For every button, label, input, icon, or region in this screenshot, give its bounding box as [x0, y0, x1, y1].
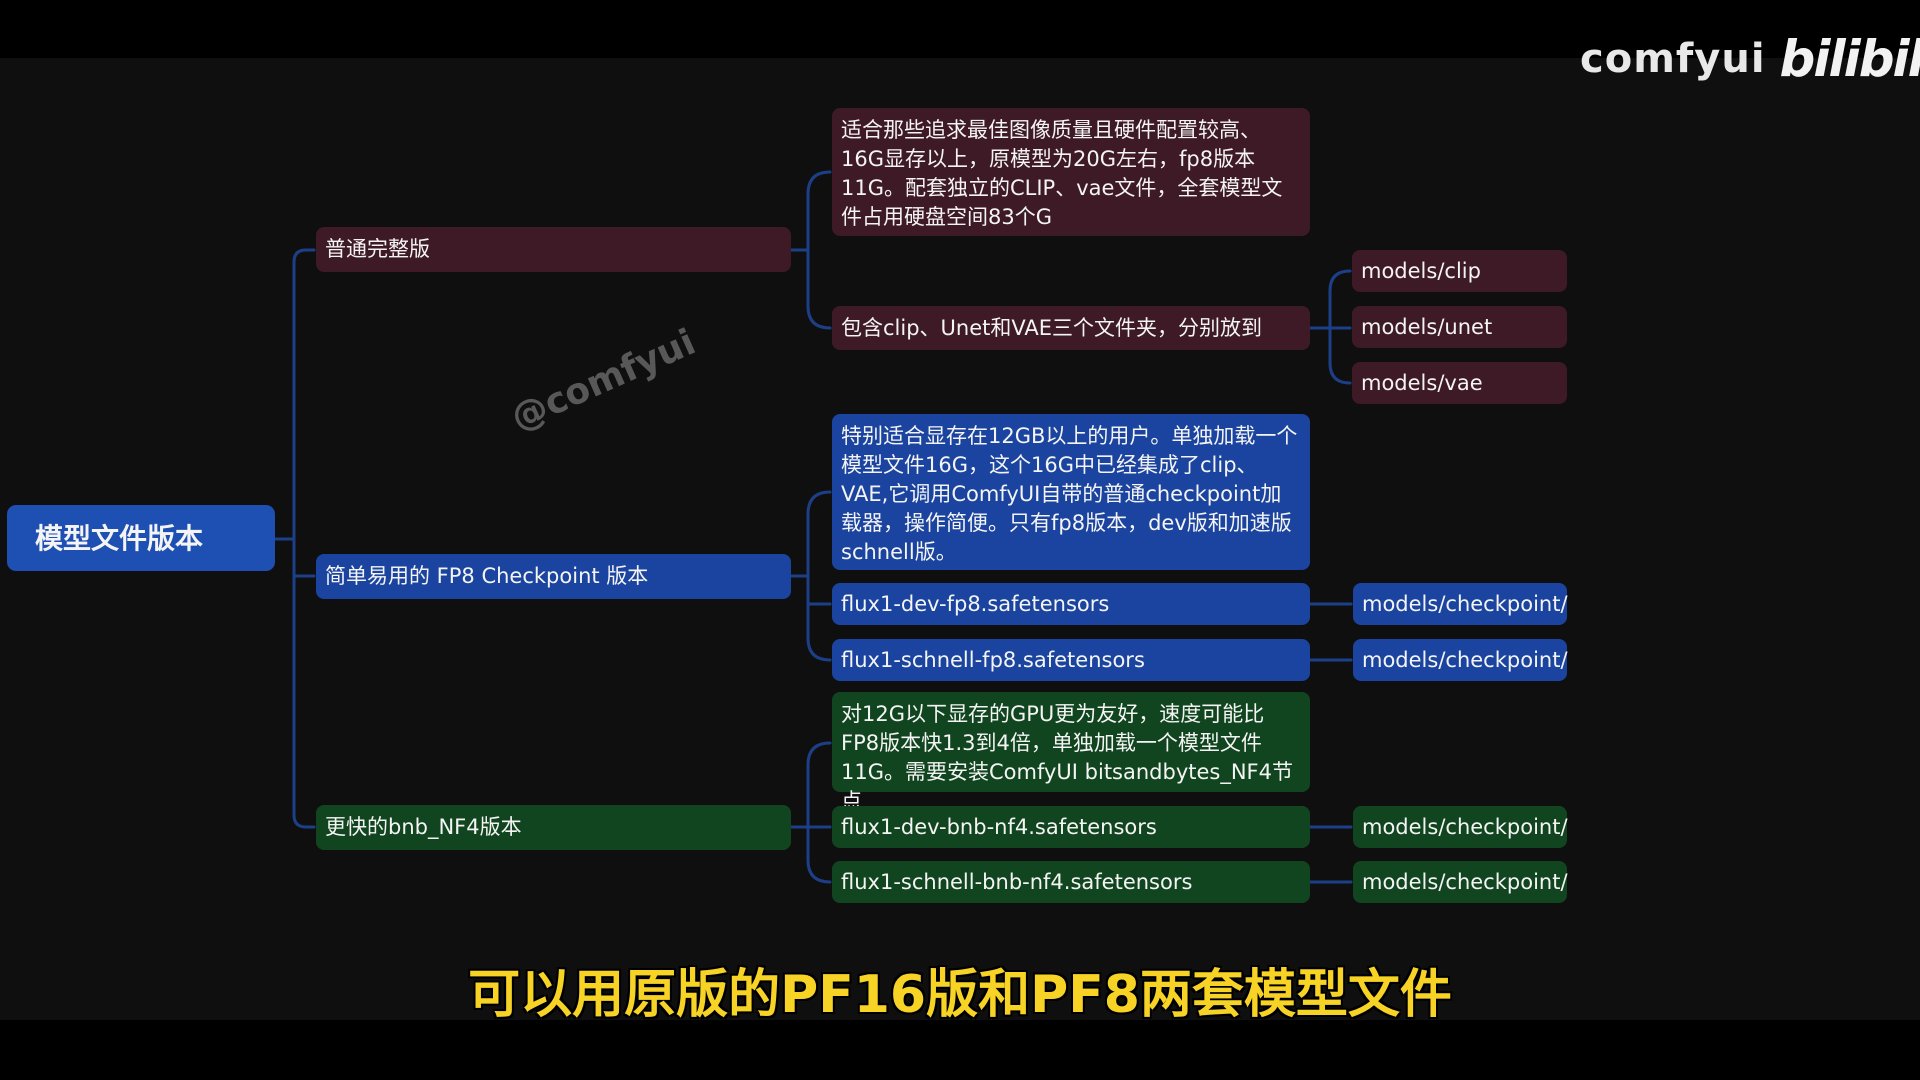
branch-standard-description[interactable]: 适合那些追求最佳图像质量且硬件配置较高、16G显存以上，原模型为20G左右，fp…	[832, 108, 1310, 236]
folder-path: models/clip	[1361, 258, 1481, 283]
folder-path: models/checkpoint/	[1362, 869, 1568, 894]
root-node-label: 模型文件版本	[35, 521, 204, 555]
folder-node-checkpoint-schnell-fp8[interactable]: models/checkpoint/	[1353, 639, 1568, 681]
file-node-flux1-dev-bnb-nf4[interactable]: flux1-dev-bnb-nf4.safetensors	[832, 806, 1310, 848]
folder-path: models/vae	[1361, 370, 1483, 395]
folder-node-vae[interactable]: models/vae	[1352, 362, 1567, 404]
branch-bnb-nf4[interactable]: 更快的bnb_NF4版本	[316, 805, 791, 850]
folder-path: models/checkpoint/	[1362, 647, 1568, 672]
folder-node-checkpoint-dev-fp8[interactable]: models/checkpoint/	[1353, 583, 1568, 625]
description-text: 适合那些追求最佳图像质量且硬件配置较高、16G显存以上，原模型为20G左右，fp…	[841, 118, 1283, 229]
channel-brand: comfyui bilibili	[1580, 30, 1920, 88]
files-note-text: 包含clip、Unet和VAE三个文件夹，分别放到	[841, 315, 1263, 340]
folder-node-checkpoint-dev-nf4[interactable]: models/checkpoint/	[1353, 806, 1568, 848]
branch-label: 简单易用的 FP8 Checkpoint 版本	[325, 564, 649, 588]
bilibili-logo-icon: bilibili	[1779, 30, 1920, 88]
folder-path: models/checkpoint/	[1362, 814, 1568, 839]
branch-standard-full[interactable]: 普通完整版	[316, 227, 791, 272]
root-node[interactable]: 模型文件版本	[7, 505, 275, 571]
description-text: 对12G以下显存的GPU更为友好，速度可能比FP8版本快1.3到4倍，单独加载一…	[841, 702, 1294, 813]
branch-fp8-checkpoint[interactable]: 简单易用的 FP8 Checkpoint 版本	[316, 554, 791, 599]
folder-path: models/unet	[1361, 314, 1493, 339]
branch-label: 更快的bnb_NF4版本	[325, 815, 522, 839]
branch-fp8-description[interactable]: 特别适合显存在12GB以上的用户。单独加载一个模型文件16G，这个16G中已经集…	[832, 414, 1310, 570]
file-node-flux1-schnell-bnb-nf4[interactable]: flux1-schnell-bnb-nf4.safetensors	[832, 861, 1310, 903]
video-subtitle: 可以用原版的PF16版和PF8两套模型文件	[468, 965, 1452, 1025]
file-name: flux1-dev-fp8.safetensors	[841, 591, 1110, 616]
brand-name: comfyui	[1580, 36, 1766, 82]
folder-node-checkpoint-schnell-nf4[interactable]: models/checkpoint/	[1353, 861, 1568, 903]
file-node-flux1-schnell-fp8[interactable]: flux1-schnell-fp8.safetensors	[832, 639, 1310, 681]
file-name: flux1-schnell-fp8.safetensors	[841, 647, 1145, 672]
branch-label: 普通完整版	[325, 237, 430, 261]
folder-path: models/checkpoint/	[1362, 591, 1568, 616]
file-name: flux1-dev-bnb-nf4.safetensors	[841, 814, 1157, 839]
folder-node-unet[interactable]: models/unet	[1352, 306, 1567, 348]
file-name: flux1-schnell-bnb-nf4.safetensors	[841, 869, 1193, 894]
file-node-flux1-dev-fp8[interactable]: flux1-dev-fp8.safetensors	[832, 583, 1310, 625]
folder-node-clip[interactable]: models/clip	[1352, 250, 1567, 292]
description-text: 特别适合显存在12GB以上的用户。单独加载一个模型文件16G，这个16G中已经集…	[841, 424, 1298, 564]
branch-nf4-description[interactable]: 对12G以下显存的GPU更为友好，速度可能比FP8版本快1.3到4倍，单独加载一…	[832, 692, 1310, 813]
branch-standard-files-note[interactable]: 包含clip、Unet和VAE三个文件夹，分别放到	[832, 306, 1310, 350]
